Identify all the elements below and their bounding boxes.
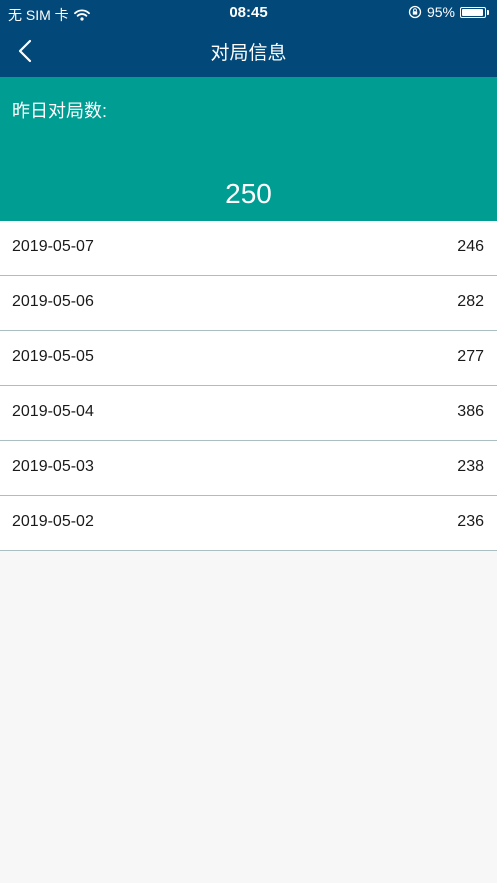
page-title: 对局信息 [210, 43, 287, 64]
table-row[interactable]: 2019-05-02 236 [0, 496, 497, 551]
top-bar: 无 SIM 卡 08:45 95% 对局信息 [0, 0, 497, 77]
record-list: 2019-05-07 246 2019-05-06 282 2019-05-05… [0, 221, 497, 551]
row-date: 2019-05-04 [12, 403, 94, 420]
table-row[interactable]: 2019-05-06 282 [0, 276, 497, 331]
row-date: 2019-05-05 [12, 348, 94, 365]
row-count: 386 [457, 403, 484, 420]
row-date: 2019-05-02 [12, 513, 94, 530]
row-count: 277 [457, 348, 484, 365]
row-date: 2019-05-03 [12, 458, 94, 475]
status-bar: 无 SIM 卡 08:45 95% [0, 0, 497, 26]
summary-label: 昨日对局数: [12, 101, 108, 121]
table-row[interactable]: 2019-05-03 238 [0, 441, 497, 496]
summary-panel: 昨日对局数: 250 [0, 77, 497, 221]
row-count: 236 [457, 513, 484, 530]
battery-percent: 95% [426, 4, 455, 20]
table-row[interactable]: 2019-05-04 386 [0, 386, 497, 441]
row-count: 238 [457, 458, 484, 475]
row-count: 282 [457, 293, 484, 310]
row-count: 246 [457, 238, 484, 255]
table-row[interactable]: 2019-05-07 246 [0, 221, 497, 276]
row-date: 2019-05-06 [12, 293, 94, 310]
battery-tip [487, 9, 489, 15]
battery-icon [460, 6, 486, 18]
summary-value: 250 [225, 178, 272, 209]
nav-bar: 对局信息 [0, 26, 497, 77]
status-right: 95% [408, 4, 489, 20]
orientation-lock-icon [408, 5, 422, 19]
row-date: 2019-05-07 [12, 238, 94, 255]
battery-fill [462, 8, 483, 16]
table-row[interactable]: 2019-05-05 277 [0, 331, 497, 386]
